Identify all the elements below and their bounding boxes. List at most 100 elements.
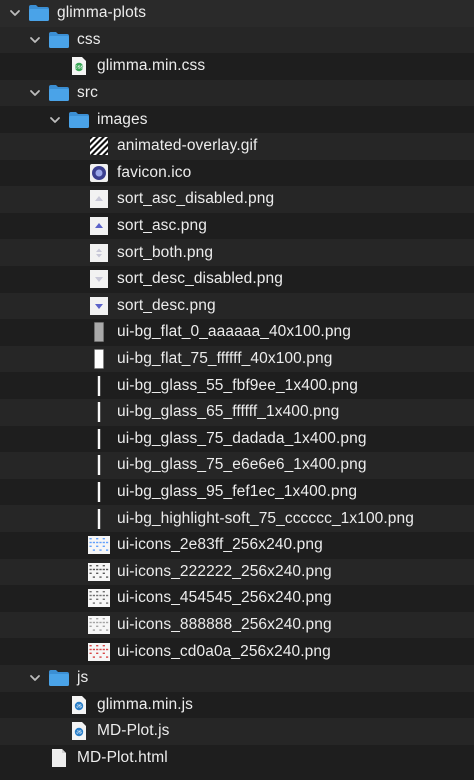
- svg-text:JS: JS: [76, 730, 82, 735]
- striped-image-icon: [88, 136, 110, 156]
- tree-file-row[interactable]: ui-bg_highlight-soft_75_cccccc_1x100.png: [0, 505, 474, 532]
- sort-both-icon: [88, 243, 110, 263]
- html-file-icon: [48, 748, 70, 768]
- tree-item-label: ui-bg_flat_0_aaaaaa_40x100.png: [117, 323, 351, 341]
- svg-text:JS: JS: [76, 704, 82, 709]
- tree-file-row[interactable]: ui-icons_cd0a0a_256x240.png: [0, 638, 474, 665]
- tree-folder-row[interactable]: images: [0, 106, 474, 133]
- tree-item-label: sort_desc.png: [117, 296, 216, 314]
- tree-item-label: animated-overlay.gif: [117, 137, 258, 155]
- tree-folder-row[interactable]: src: [0, 79, 474, 107]
- tree-file-row[interactable]: ui-bg_glass_75_e6e6e6_1x400.png: [0, 452, 474, 479]
- tree-item-label: MD-Plot.html: [77, 749, 168, 767]
- svg-text:CSS: CSS: [74, 65, 83, 70]
- chevron-down-icon[interactable]: [28, 86, 42, 100]
- tree-item-label: ui-bg_glass_65_ffffff_1x400.png: [117, 403, 340, 421]
- tree-file-row[interactable]: ui-bg_flat_75_ffffff_40x100.png: [0, 345, 474, 373]
- folder-icon: [48, 83, 70, 103]
- sprite-thumbnail-icon: [88, 588, 110, 608]
- thumbnail-line-icon: [88, 402, 110, 423]
- tree-item-label: images: [97, 110, 148, 128]
- tree-file-row[interactable]: MD-Plot.html: [0, 745, 474, 772]
- tree-file-row[interactable]: ui-bg_glass_55_fbf9ee_1x400.png: [0, 372, 474, 399]
- tree-file-row[interactable]: JS glimma.min.js: [0, 692, 474, 719]
- tree-file-row[interactable]: sort_asc.png: [0, 213, 474, 240]
- chevron-down-icon[interactable]: [48, 113, 62, 127]
- chevron-down-icon[interactable]: [8, 6, 22, 20]
- tree-item-label: sort_asc.png: [117, 217, 207, 235]
- thumbnail-line-icon: [88, 375, 110, 396]
- chevron-down-icon[interactable]: [28, 671, 42, 685]
- tree-folder-row[interactable]: js: [0, 665, 474, 692]
- tree-file-row[interactable]: sort_asc_disabled.png: [0, 186, 474, 213]
- tree-file-row[interactable]: ui-icons_222222_256x240.png: [0, 558, 474, 586]
- tree-item-label: sort_both.png: [117, 243, 214, 261]
- tree-file-row[interactable]: sort_desc_disabled.png: [0, 266, 474, 293]
- thumbnail-line-icon: [88, 455, 110, 476]
- tree-file-row[interactable]: JS MD-Plot.js: [0, 718, 474, 745]
- favicon-icon: [88, 163, 110, 183]
- tree-file-row[interactable]: ui-icons_2e83ff_256x240.png: [0, 532, 474, 559]
- thumbnail-line-icon: [88, 482, 110, 503]
- css-file-icon: CSS: [68, 56, 90, 76]
- sort-asc-disabled-icon: [88, 189, 110, 209]
- tree-file-row[interactable]: ui-bg_flat_0_aaaaaa_40x100.png: [0, 319, 474, 346]
- sprite-thumbnail-icon: [88, 535, 110, 555]
- tree-item-label: glimma.min.js: [97, 695, 194, 713]
- folder-icon: [28, 3, 50, 23]
- tree-item-label: favicon.ico: [117, 163, 192, 181]
- tree-file-row[interactable]: sort_desc.png: [0, 292, 474, 320]
- tree-file-row[interactable]: animated-overlay.gif: [0, 133, 474, 160]
- folder-icon: [48, 668, 70, 688]
- file-tree: glimma-plots css CSS glimma.min.css src image…: [0, 0, 474, 780]
- tree-file-row[interactable]: sort_both.png: [0, 239, 474, 266]
- tree-item-label: ui-icons_454545_256x240.png: [117, 589, 332, 607]
- tree-file-row[interactable]: ui-bg_glass_95_fef1ec_1x400.png: [0, 479, 474, 506]
- tree-file-row[interactable]: CSS glimma.min.css: [0, 53, 474, 80]
- tree-file-row[interactable]: ui-icons_888888_256x240.png: [0, 611, 474, 639]
- js-file-icon: JS: [68, 695, 90, 715]
- tree-file-row[interactable]: ui-icons_454545_256x240.png: [0, 585, 474, 612]
- tree-item-label: src: [77, 84, 98, 102]
- sort-desc-disabled-icon: [88, 269, 110, 289]
- thumbnail-bar-icon: [88, 349, 110, 369]
- tree-item-label: ui-bg_glass_95_fef1ec_1x400.png: [117, 483, 358, 501]
- tree-file-row[interactable]: ui-bg_glass_65_ffffff_1x400.png: [0, 399, 474, 426]
- tree-folder-row[interactable]: css: [0, 26, 474, 54]
- thumbnail-line-icon: [88, 428, 110, 449]
- thumbnail-bar-icon: [88, 322, 110, 343]
- tree-item-label: ui-bg_glass_55_fbf9ee_1x400.png: [117, 376, 358, 394]
- sprite-thumbnail-icon: [88, 615, 110, 635]
- tree-item-label: ui-icons_888888_256x240.png: [117, 616, 332, 634]
- tree-folder-row[interactable]: glimma-plots: [0, 0, 474, 27]
- sprite-thumbnail-icon: [88, 642, 110, 662]
- sort-asc-icon: [88, 216, 110, 236]
- sort-desc-icon: [88, 296, 110, 316]
- tree-item-label: sort_asc_disabled.png: [117, 190, 275, 208]
- tree-item-label: glimma.min.css: [97, 57, 206, 75]
- tree-file-row[interactable]: ui-bg_glass_75_dadada_1x400.png: [0, 426, 474, 453]
- thumbnail-line-icon: [88, 508, 110, 529]
- tree-item-label: MD-Plot.js: [97, 722, 170, 740]
- chevron-down-icon[interactable]: [28, 33, 42, 47]
- folder-icon: [48, 30, 70, 50]
- tree-file-row[interactable]: favicon.ico: [0, 160, 474, 187]
